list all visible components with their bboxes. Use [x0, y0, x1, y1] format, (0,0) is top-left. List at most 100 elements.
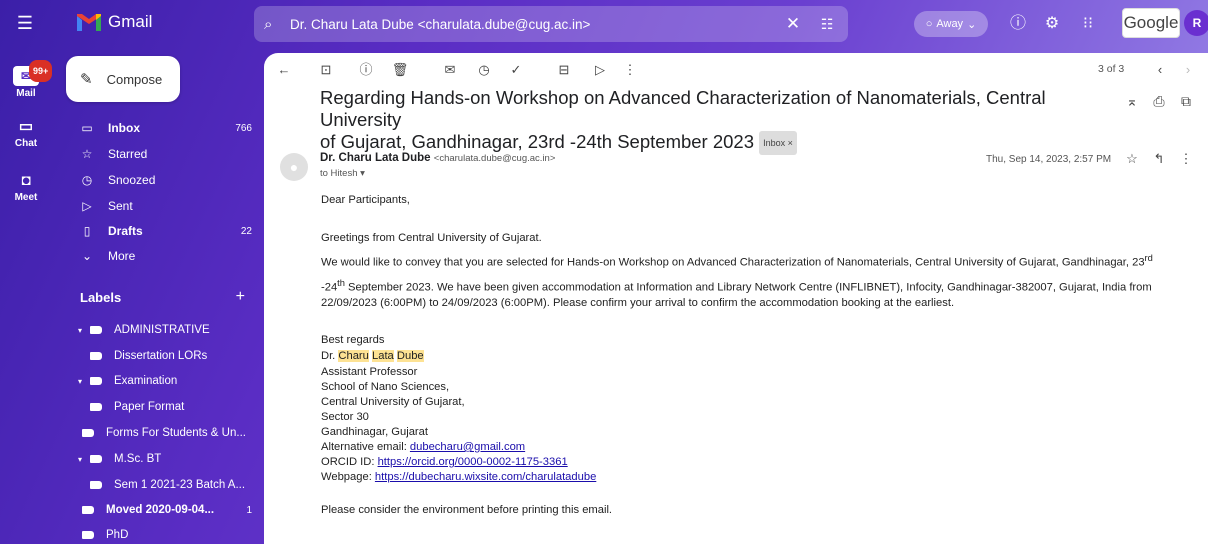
label-item[interactable]: Sem 1 2021-23 Batch A...: [66, 472, 252, 498]
status-dot-icon: ○: [925, 18, 933, 30]
sender-email: <charulata.dube@cug.ac.in>: [433, 153, 556, 164]
label-name: Forms For Students & Un...: [106, 427, 246, 439]
sig-highlight: Charu: [338, 350, 369, 362]
body-line: We would like to convey that you are sel…: [321, 251, 1153, 271]
webpage-link[interactable]: https://dubecharu.wixsite.com/charulatad…: [375, 471, 596, 483]
nav-count: 22: [240, 225, 252, 237]
inbox-label-chip[interactable]: Inbox ×: [759, 131, 797, 156]
label-item[interactable]: Paper Format: [66, 394, 252, 420]
rail-chat[interactable]: ▭ Chat: [0, 118, 52, 149]
snooze-clock-icon[interactable]: ◷: [474, 61, 494, 79]
nav-more[interactable]: ⌄ More: [66, 243, 252, 269]
print-icon[interactable]: ⎙: [1151, 93, 1167, 110]
expand-arrow-icon[interactable]: ▾: [78, 377, 88, 386]
search-options-icon[interactable]: ☷: [816, 16, 838, 33]
orcid-link[interactable]: https://orcid.org/0000-0002-1175-3361: [378, 456, 568, 468]
footer-note: Please consider the environment before p…: [321, 504, 613, 516]
collapse-all-icon[interactable]: ⌅: [1124, 93, 1140, 110]
sig-highlight: Lata: [372, 350, 394, 362]
search-icon[interactable]: ⌕: [264, 16, 282, 33]
nav-count: 766: [235, 122, 252, 134]
prev-chevron-icon[interactable]: ‹: [1150, 61, 1170, 79]
signoff: Best regards: [321, 334, 385, 346]
expand-arrow-icon[interactable]: ▾: [78, 455, 88, 464]
account-avatar[interactable]: R: [1184, 10, 1208, 36]
label-count: 1: [246, 504, 252, 516]
label-tag-icon: [90, 455, 102, 463]
label-item[interactable]: ▾ ADMINISTRATIVE: [66, 317, 252, 343]
nav-sent[interactable]: ▷ Sent: [66, 193, 252, 219]
label-name: PhD: [106, 529, 129, 541]
clock-icon: ◷: [81, 173, 93, 187]
label-item[interactable]: Forms For Students & Un...: [66, 420, 252, 446]
mark-unread-icon[interactable]: ✉: [440, 61, 460, 79]
nav-label: Drafts: [108, 224, 143, 238]
reply-icon[interactable]: ↰: [1151, 151, 1167, 167]
label-name: Sem 1 2021-23 Batch A...: [114, 479, 246, 491]
label-item[interactable]: Dissertation LORs: [66, 343, 252, 369]
sender-avatar[interactable]: ●: [280, 153, 308, 181]
next-chevron-icon[interactable]: ›: [1178, 61, 1198, 79]
recipient-dropdown[interactable]: to Hitesh ▾: [320, 168, 365, 179]
search-input[interactable]: Dr. Charu Lata Dube <charulata.dube@cug.…: [290, 17, 774, 32]
nav-label: Inbox: [108, 121, 140, 135]
compose-button[interactable]: ✎ Compose: [66, 56, 180, 102]
nav-drafts[interactable]: ▯ Drafts 22: [66, 218, 252, 244]
help-icon[interactable]: ⓘ: [1007, 13, 1029, 35]
label-item[interactable]: ▾ Examination: [66, 368, 252, 394]
open-new-window-icon[interactable]: ⧉: [1178, 93, 1194, 110]
nav-snoozed[interactable]: ◷ Snoozed: [66, 167, 252, 193]
label-item[interactable]: PhD: [66, 522, 252, 544]
status-toggle[interactable]: ○ Away ⌄: [914, 11, 988, 37]
app-rail: ☰ ✉ 99+ Mail ▭ Chat ◘ Meet: [0, 0, 53, 544]
delete-icon[interactable]: 🗑: [390, 61, 410, 79]
label-name: Moved 2020-09-04...: [106, 504, 215, 516]
more-vert-icon[interactable]: ⋮: [620, 61, 640, 79]
sig-text: Alternative email:: [321, 441, 410, 453]
apps-grid-icon[interactable]: ⁝⁝: [1077, 13, 1099, 35]
pager-count: 3 of 3: [1098, 63, 1125, 75]
nav-starred[interactable]: ☆ Starred: [66, 141, 252, 167]
send-icon: ▷: [82, 199, 92, 213]
label-item[interactable]: Moved 2020-09-04... 1: [66, 497, 252, 523]
rail-meet[interactable]: ◘ Meet: [0, 172, 52, 203]
add-label-icon[interactable]: +: [236, 289, 245, 305]
rail-mail[interactable]: ✉ 99+ Mail: [0, 60, 53, 99]
superscript: th: [337, 278, 345, 288]
nav-inbox[interactable]: ▭ Inbox 766: [66, 115, 252, 141]
signature-line: ORCID ID: https://orcid.org/0000-0002-11…: [321, 455, 568, 470]
body-text: September 2023. We have been given accom…: [344, 281, 1152, 294]
alt-email-link[interactable]: dubecharu@gmail.com: [410, 441, 525, 453]
rail-meet-label: Meet: [14, 192, 38, 203]
chevron-down-icon: ⌄: [81, 249, 93, 263]
label-icon[interactable]: ▷: [590, 61, 610, 79]
more-vert-icon[interactable]: ⋮: [1178, 151, 1194, 167]
expand-arrow-icon[interactable]: ▾: [78, 326, 88, 335]
google-account-brand[interactable]: Google: [1122, 8, 1180, 38]
signature-line: Alternative email: dubecharu@gmail.com: [321, 440, 525, 455]
back-arrow-icon[interactable]: ←: [274, 61, 294, 79]
report-spam-icon[interactable]: ⓘ: [356, 61, 376, 79]
status-label: Away: [936, 18, 964, 30]
search-bar[interactable]: ⌕ Dr. Charu Lata Dube <charulata.dube@cu…: [254, 6, 848, 42]
pencil-icon: ✎: [80, 71, 93, 88]
label-name: Examination: [114, 375, 178, 387]
gmail-logo[interactable]: Gmail: [76, 9, 152, 35]
signature-line: Sector 30: [321, 411, 369, 423]
message-date: Thu, Sep 14, 2023, 2:57 PM: [986, 154, 1112, 165]
label-tag-icon: [90, 377, 102, 385]
archive-icon[interactable]: ⊡: [316, 61, 336, 79]
sender-name[interactable]: Dr. Charu Lata Dube: [320, 152, 431, 164]
star-icon[interactable]: ☆: [1124, 151, 1140, 167]
label-item[interactable]: ▾ M.Sc. BT: [66, 446, 252, 472]
clear-search-icon[interactable]: ✕: [782, 14, 804, 34]
star-icon: ☆: [81, 147, 93, 161]
nav-label: Starred: [108, 147, 148, 161]
settings-gear-icon[interactable]: ⚙: [1041, 13, 1063, 35]
move-to-icon[interactable]: ⊟: [554, 61, 574, 79]
add-task-icon[interactable]: ✓: [506, 61, 526, 79]
label-tag-icon: [90, 481, 102, 489]
body-line: 22/09/2023 (6:00PM) to 24/09/2023 (6:00P…: [321, 297, 955, 309]
main-menu-icon[interactable]: ☰: [14, 12, 36, 34]
signature-line: School of Nano Sciences,: [321, 381, 450, 393]
